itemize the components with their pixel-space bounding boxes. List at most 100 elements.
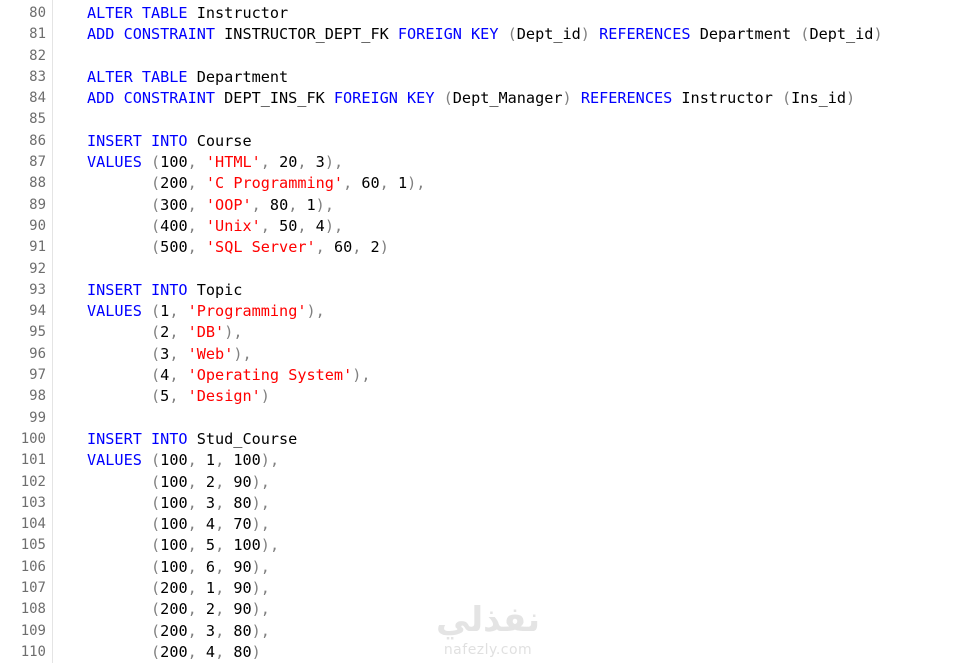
sql-identifier: DEPT_INS_FK bbox=[224, 89, 334, 108]
code-line[interactable]: 89 (300, 'OOP', 80, 1), bbox=[0, 195, 970, 216]
code-line[interactable]: 90 (400, 'Unix', 50, 4), bbox=[0, 216, 970, 237]
code-line[interactable]: 105 (100, 5, 100), bbox=[0, 535, 970, 556]
code-line[interactable]: 98 (5, 'Design') bbox=[0, 386, 970, 407]
code-line[interactable]: 87 VALUES (100, 'HTML', 20, 3), bbox=[0, 152, 970, 173]
code-line[interactable]: 94 VALUES (1, 'Programming'), bbox=[0, 301, 970, 322]
sql-punctuation: , bbox=[297, 216, 316, 235]
line-code: INSERT INTO Stud_Course bbox=[87, 429, 297, 450]
code-line[interactable]: 95 (2, 'DB'), bbox=[0, 322, 970, 343]
sql-punctuation: , bbox=[187, 557, 206, 576]
sql-keyword: REFERENCES bbox=[599, 25, 700, 44]
sql-identifier: 4 bbox=[315, 216, 325, 235]
code-line[interactable]: 86 INSERT INTO Course bbox=[0, 131, 970, 152]
line-code: (300, 'OOP', 80, 1), bbox=[87, 195, 334, 216]
sql-punctuation: ( bbox=[151, 472, 161, 491]
code-line[interactable]: 96 (3, 'Web'), bbox=[0, 344, 970, 365]
sql-identifier: 60 bbox=[361, 174, 380, 193]
sql-code-editor[interactable]: 80 ALTER TABLE Instructor 81 ADD CONSTRAINT… bbox=[0, 0, 970, 663]
code-line[interactable]: 84 ADD CONSTRAINT DEPT_INS_FK FOREIGN KEY… bbox=[0, 88, 970, 109]
sql-identifier: Dept_id bbox=[516, 25, 581, 44]
sql-punctuation: ( bbox=[151, 302, 161, 321]
sql-identifier: 1 bbox=[306, 195, 316, 214]
code-line[interactable]: 110 (200, 4, 80) bbox=[0, 642, 970, 663]
code-line[interactable]: 80 ALTER TABLE Instructor bbox=[0, 3, 970, 24]
sql-keyword: VALUES bbox=[87, 302, 152, 321]
sql-punctuation: ), bbox=[324, 153, 344, 172]
sql-keyword: ADD CONSTRAINT bbox=[87, 89, 225, 108]
sql-punctuation: , bbox=[187, 153, 206, 172]
code-line[interactable]: 82 bbox=[0, 46, 970, 67]
sql-punctuation: ( bbox=[507, 25, 517, 44]
sql-keyword: INSERT INTO bbox=[87, 280, 197, 299]
sql-identifier: Ins_id bbox=[791, 89, 847, 108]
sql-identifier bbox=[87, 366, 151, 384]
sql-identifier: 80 bbox=[233, 621, 252, 640]
sql-keyword: FOREIGN KEY bbox=[397, 25, 508, 44]
sql-identifier: 200 bbox=[160, 642, 188, 661]
sql-punctuation: , bbox=[187, 238, 206, 257]
code-line[interactable]: 85 bbox=[0, 109, 970, 130]
code-line[interactable]: 106 (100, 6, 90), bbox=[0, 557, 970, 578]
sql-punctuation: ) bbox=[379, 238, 389, 257]
sql-string: 'HTML' bbox=[205, 153, 261, 172]
sql-punctuation: , bbox=[288, 195, 307, 214]
sql-punctuation: , bbox=[352, 238, 371, 257]
sql-identifier: 3 bbox=[160, 344, 170, 363]
sql-identifier: 100 bbox=[160, 472, 188, 491]
line-number: 103 bbox=[20, 494, 46, 511]
line-number: 83 bbox=[29, 68, 46, 85]
sql-identifier: Stud_Course bbox=[196, 429, 298, 448]
sql-punctuation: , bbox=[187, 515, 206, 534]
code-line[interactable]: 81 ADD CONSTRAINT INSTRUCTOR_DEPT_FK FORE… bbox=[0, 24, 970, 45]
code-line[interactable]: 99 bbox=[0, 408, 970, 429]
line-number: 93 bbox=[29, 281, 46, 298]
sql-punctuation: , bbox=[251, 195, 270, 214]
code-line[interactable]: 93 INSERT INTO Topic bbox=[0, 280, 970, 301]
code-line[interactable]: 108 (200, 2, 90), bbox=[0, 599, 970, 620]
code-line[interactable]: 88 (200, 'C Programming', 60, 1), bbox=[0, 173, 970, 194]
sql-identifier bbox=[87, 217, 151, 235]
code-line[interactable]: 92 bbox=[0, 259, 970, 280]
line-code: VALUES (100, 1, 100), bbox=[87, 450, 279, 471]
sql-string: 'Design' bbox=[187, 387, 261, 406]
code-line[interactable]: 97 (4, 'Operating System'), bbox=[0, 365, 970, 386]
line-code: ALTER TABLE Department bbox=[87, 67, 288, 88]
code-line[interactable]: 102 (100, 2, 90), bbox=[0, 472, 970, 493]
sql-identifier bbox=[87, 515, 151, 533]
line-code: (100, 5, 100), bbox=[87, 535, 279, 556]
code-line[interactable]: 83 ALTER TABLE Department bbox=[0, 67, 970, 88]
sql-punctuation: , bbox=[379, 174, 398, 193]
line-code: (3, 'Web'), bbox=[87, 344, 252, 365]
sql-identifier bbox=[87, 323, 151, 341]
line-code: (500, 'SQL Server', 60, 2) bbox=[87, 237, 389, 258]
sql-punctuation: , bbox=[169, 302, 188, 321]
sql-identifier: 200 bbox=[160, 621, 188, 640]
code-line[interactable]: 100 INSERT INTO Stud_Course bbox=[0, 429, 970, 450]
sql-punctuation: ), bbox=[233, 344, 252, 363]
line-code: (100, 2, 90), bbox=[87, 472, 270, 493]
sql-string: 'OOP' bbox=[205, 195, 252, 214]
line-code: (200, 4, 80) bbox=[87, 642, 261, 663]
code-line[interactable]: 103 (100, 3, 80), bbox=[0, 493, 970, 514]
line-number: 96 bbox=[29, 345, 46, 362]
code-line[interactable]: 107 (200, 1, 90), bbox=[0, 578, 970, 599]
code-line[interactable]: 104 (100, 4, 70), bbox=[0, 514, 970, 535]
sql-punctuation: ), bbox=[251, 557, 270, 576]
line-number: 100 bbox=[20, 430, 46, 447]
sql-keyword: ADD CONSTRAINT bbox=[87, 25, 225, 44]
sql-punctuation: , bbox=[169, 387, 188, 406]
sql-punctuation: , bbox=[187, 451, 206, 470]
sql-punctuation: ) bbox=[260, 387, 270, 406]
code-line[interactable]: 91 (500, 'SQL Server', 60, 2) bbox=[0, 237, 970, 258]
line-number: 94 bbox=[29, 303, 46, 320]
sql-punctuation: ( bbox=[151, 344, 161, 363]
line-number: 82 bbox=[29, 47, 46, 64]
sql-identifier bbox=[87, 579, 151, 597]
code-line[interactable]: 109 (200, 3, 80), bbox=[0, 621, 970, 642]
sql-punctuation: , bbox=[215, 472, 234, 491]
line-code: ALTER TABLE Instructor bbox=[87, 3, 288, 24]
code-line[interactable]: 101 VALUES (100, 1, 100), bbox=[0, 450, 970, 471]
sql-punctuation: ( bbox=[151, 216, 161, 235]
line-number: 107 bbox=[20, 580, 46, 597]
sql-punctuation: ), bbox=[260, 451, 280, 470]
